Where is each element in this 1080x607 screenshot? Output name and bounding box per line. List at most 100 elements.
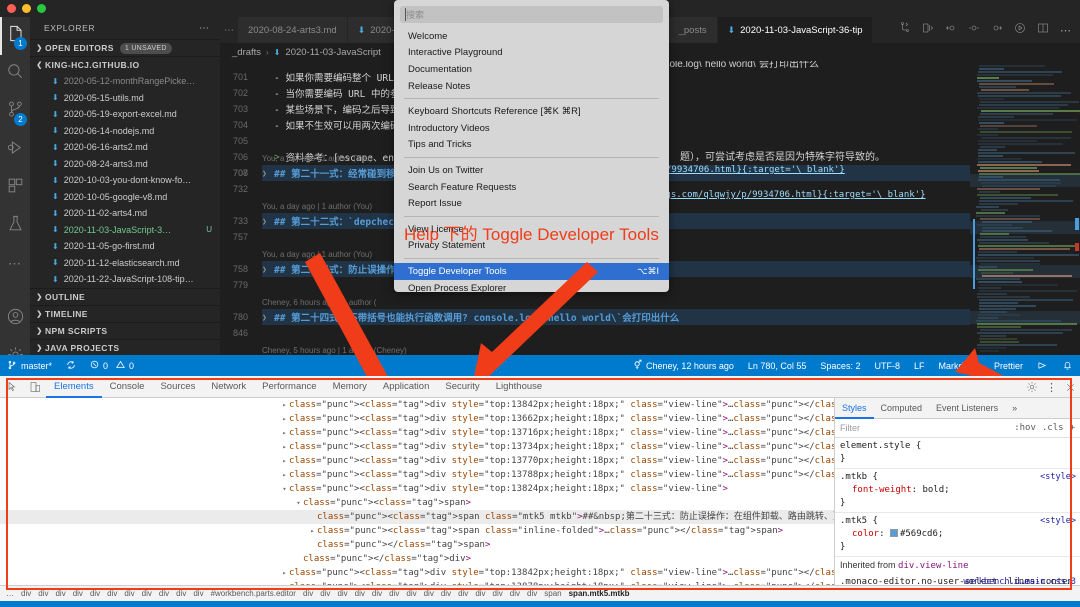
breadcrumb-node[interactable]: #workbench.parts.editor (209, 589, 298, 598)
breadcrumb-node[interactable]: div (174, 589, 188, 598)
expand-toggle-icon[interactable]: ▸ (280, 426, 289, 440)
css-rule[interactable]: <style> .mtk5 {color: #569cd6;} (835, 513, 1080, 557)
dom-node[interactable]: ▾ class="punc"><class="tag">span> (0, 496, 834, 510)
css-source-link[interactable]: workbench.d…main.css:3 (963, 576, 1076, 585)
devtools-tab-network[interactable]: Network (203, 376, 254, 398)
dom-node[interactable]: ▸class="punc"><class="tag">div style="to… (0, 440, 834, 454)
dom-node[interactable]: ▸class="punc"><class="tag">div style="to… (0, 426, 834, 440)
expand-toggle-icon[interactable]: ▾ (280, 482, 289, 496)
kebab-icon[interactable]: ⋮ (1046, 381, 1057, 394)
dom-node-markup: class="punc"></ (317, 540, 399, 550)
devtools-tab-performance[interactable]: Performance (254, 376, 324, 398)
breadcrumb-node[interactable]: span.mtk5.mtkb (567, 589, 632, 598)
tab-computed[interactable]: Computed (874, 398, 930, 419)
breadcrumb-node[interactable]: div (508, 589, 522, 598)
breadcrumb-node[interactable]: div (335, 589, 349, 598)
breadcrumb-node[interactable]: div (439, 589, 453, 598)
breadcrumb-node[interactable]: div (473, 589, 487, 598)
devtools-tab-application[interactable]: Application (375, 376, 437, 398)
styles-pane: Styles Computed Event Listeners » Filter… (834, 398, 1080, 585)
css-declaration[interactable]: color: #569cd6; (840, 528, 1075, 541)
expand-toggle-icon[interactable]: ▸ (308, 524, 317, 538)
dom-node[interactable]: ▸class="punc"><class="tag">div style="to… (0, 412, 834, 426)
styles-tab-bar: Styles Computed Event Listeners » (835, 398, 1080, 419)
devtools-tab-security[interactable]: Security (437, 376, 487, 398)
breadcrumb-node[interactable]: div (525, 589, 539, 598)
breadcrumb-node[interactable]: div (140, 589, 154, 598)
inherited-source-element[interactable]: div.view-line (898, 561, 968, 571)
breadcrumb-node[interactable]: span (542, 589, 563, 598)
dom-node[interactable]: class="punc"></class="tag">div> (0, 552, 834, 566)
breadcrumb-node[interactable]: div (53, 589, 67, 598)
css-value: : #569cd6; (879, 529, 944, 539)
expand-toggle-icon[interactable]: ▾ (294, 496, 303, 510)
breadcrumb-node[interactable]: div (301, 589, 315, 598)
new-rule-button[interactable]: + (1070, 423, 1075, 433)
css-rule[interactable]: element.style {} (835, 438, 1080, 469)
dom-node-selected[interactable]: class="punc"><class="tag">span class="mt… (0, 510, 834, 524)
devtools-tab-memory[interactable]: Memory (325, 376, 375, 398)
breadcrumb-node[interactable]: div (456, 589, 470, 598)
cls-button[interactable]: .cls (1042, 423, 1064, 433)
css-rule-close: } (840, 454, 846, 464)
dom-node-markup: class="punc">< (289, 428, 365, 438)
styles-filter-row: Filter :hov .cls + (835, 419, 1080, 438)
color-swatch[interactable] (889, 529, 898, 537)
expand-toggle-icon[interactable]: ▸ (280, 468, 289, 482)
dom-node[interactable]: ▸class="punc"><class="tag">div style="to… (0, 398, 834, 412)
css-rule[interactable]: <style> .mtkb {font-weight: bold;} (835, 469, 1080, 513)
dom-node[interactable]: ▸class="punc"><class="tag">div style="to… (0, 468, 834, 482)
breadcrumb-node[interactable]: div (157, 589, 171, 598)
devtools-footer-strip (0, 601, 1080, 607)
breadcrumb-node[interactable]: div (387, 589, 401, 598)
expand-toggle-icon[interactable]: ▸ (280, 440, 289, 454)
dom-node-markup: class="punc">< (289, 568, 365, 578)
css-source-link[interactable]: <style> (1040, 471, 1076, 484)
breadcrumb-node[interactable]: div (36, 589, 50, 598)
expand-toggle-icon[interactable]: ▸ (280, 398, 289, 412)
expand-toggle-icon[interactable]: ▸ (280, 454, 289, 468)
dom-node[interactable]: class="punc"></class="tag">span> (0, 538, 834, 552)
close-icon[interactable] (1065, 378, 1076, 397)
gear-icon[interactable] (1026, 378, 1038, 397)
breadcrumb-node[interactable]: div (491, 589, 505, 598)
inspect-icon[interactable] (0, 376, 23, 398)
dom-tree: ▸ class="punc"><class="tag">div style="to… (0, 398, 834, 585)
expand-toggle-icon[interactable]: ▸ (280, 412, 289, 426)
breadcrumb-node[interactable]: div (122, 589, 136, 598)
dom-node-markup: class="punc">< (289, 414, 365, 424)
devtools-toolbar: Elements Console Sources Network Performance… (0, 376, 1080, 398)
breadcrumb-node[interactable]: div (353, 589, 367, 598)
hov-button[interactable]: :hov (1014, 423, 1036, 433)
tab-styles[interactable]: Styles (835, 398, 874, 419)
breadcrumb-node[interactable]: div (71, 589, 85, 598)
dom-tree-pane[interactable]: ▸ class="punc"><class="tag">div style="to… (0, 398, 834, 585)
styles-overflow-icon[interactable]: » (1005, 398, 1024, 419)
dom-node[interactable]: ▸ class="punc"><class="tag">span class="i… (0, 524, 834, 538)
dom-node-markup: class="punc">< (289, 442, 365, 452)
devtools-tab-lighthouse[interactable]: Lighthouse (488, 376, 550, 398)
breadcrumb-node[interactable]: div (105, 589, 119, 598)
breadcrumb-node[interactable]: div (422, 589, 436, 598)
styles-inherited-label: Inherited from div.view-line (835, 557, 1080, 574)
dom-node[interactable]: ▾ class="punc"><class="tag">div style="to… (0, 482, 834, 496)
breadcrumb-node[interactable]: div (318, 589, 332, 598)
device-toolbar-icon[interactable] (23, 376, 46, 398)
devtools-tab-console[interactable]: Console (102, 376, 153, 398)
dom-node[interactable]: ▸class="punc"><class="tag">div style="to… (0, 454, 834, 468)
tab-event-listeners[interactable]: Event Listeners (929, 398, 1005, 419)
expand-toggle-icon[interactable]: ▸ (280, 566, 289, 580)
breadcrumb-node[interactable]: … (4, 589, 16, 598)
css-declaration[interactable]: font-weight: bold; (840, 484, 1075, 497)
styles-filter-input[interactable]: Filter (840, 423, 860, 433)
breadcrumb-node[interactable]: div (191, 589, 205, 598)
dom-breadcrumb[interactable]: … div div div div div div div div div div div #workb… (0, 585, 1080, 601)
breadcrumb-node[interactable]: div (19, 589, 33, 598)
breadcrumb-node[interactable]: div (88, 589, 102, 598)
devtools-tab-elements[interactable]: Elements (46, 376, 102, 398)
breadcrumb-node[interactable]: div (404, 589, 418, 598)
breadcrumb-node[interactable]: div (370, 589, 384, 598)
css-source-link[interactable]: <style> (1040, 515, 1076, 528)
devtools-tab-sources[interactable]: Sources (152, 376, 203, 398)
dom-node[interactable]: ▸class="punc"><class="tag">div style="to… (0, 566, 834, 580)
